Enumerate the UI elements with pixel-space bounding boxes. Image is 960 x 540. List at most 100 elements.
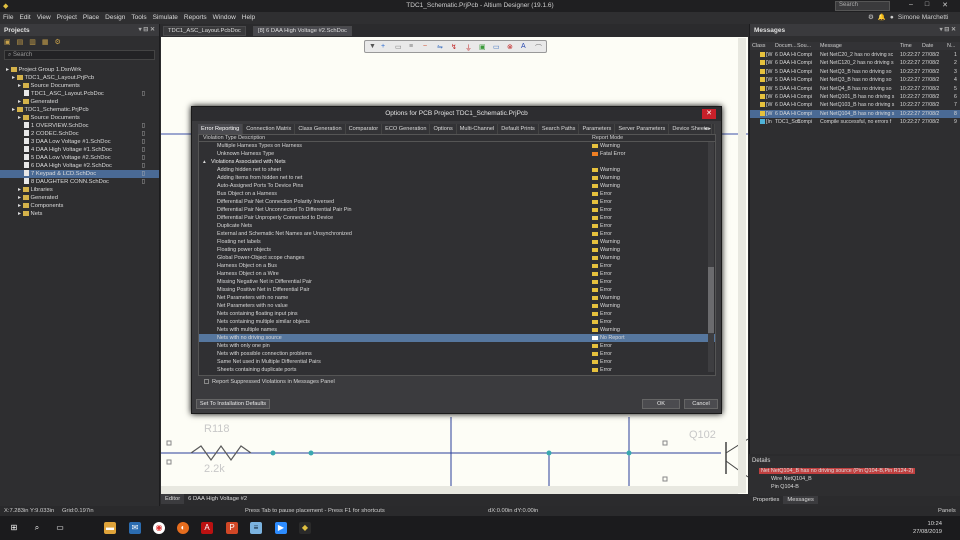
violation-row[interactable]: Bus Object on a Harness Error [199, 190, 715, 198]
dialog-tab[interactable]: Server Parameters [615, 124, 670, 134]
messages-col-header[interactable]: Sou... [797, 43, 811, 49]
folder-icon[interactable]: ▤ [17, 39, 24, 46]
menu-reports[interactable]: Reports [181, 12, 210, 23]
report-suppressed-checkbox[interactable]: Report Suppressed Violations in Messages… [204, 379, 335, 385]
message-row[interactable]: [W 5 DAA Hi Compi Net NetQ3_B has no drivin… [750, 68, 960, 76]
violation-row[interactable]: Same Net used in Multiple Differential P… [199, 358, 715, 366]
menu-file[interactable]: File [0, 12, 16, 23]
details-wire[interactable]: Wire NetQ104_B [771, 476, 812, 482]
violation-row[interactable]: Unknown Harness Type Fatal Error [199, 150, 715, 158]
port-icon[interactable]: ▭ [493, 43, 500, 51]
violation-row[interactable]: Missing Positive Net in Differential Pai… [199, 286, 715, 294]
menu-design[interactable]: Design [102, 12, 128, 23]
message-row[interactable]: [W 5 DAA Hi Compi Net NetQ3_B has no drivin… [750, 76, 960, 84]
ok-button[interactable]: OK [642, 399, 680, 409]
tree-item[interactable]: ▸ TDC1_ASC_Layout.PrjPcb [0, 74, 159, 82]
close-icon[interactable]: ✕ [938, 1, 952, 11]
acrobat-icon[interactable]: A [201, 522, 213, 534]
dialog-close-button[interactable]: ✕ [702, 109, 716, 119]
tab-messages[interactable]: Messages [783, 496, 818, 504]
violation-row[interactable]: Nets with no driving source No Report [199, 334, 715, 342]
report-mode-select[interactable]: Error [592, 214, 612, 222]
report-mode-select[interactable]: Warning [592, 254, 620, 262]
report-mode-select[interactable]: Error [592, 358, 612, 366]
messages-col-header[interactable]: Docum... [775, 43, 797, 49]
grid-scroll-thumb[interactable] [708, 267, 714, 333]
messages-col-header[interactable]: Time [900, 43, 912, 49]
messages-col-header[interactable]: Date [922, 43, 933, 49]
menu-view[interactable]: View [34, 12, 54, 23]
dialog-tab[interactable]: Error Reporting [198, 124, 244, 134]
outlook-icon[interactable]: ✉ [129, 522, 141, 534]
violation-row[interactable]: Nets with multiple names Warning [199, 326, 715, 334]
bus-icon[interactable]: ⇋ [437, 43, 443, 51]
tree-item[interactable]: 6 DAA High Voltage #2.SchDoc ▯ [0, 162, 159, 170]
violation-group-row[interactable]: Violations Associated with Nets ▴ [199, 158, 715, 166]
report-mode-select[interactable]: Warning [592, 182, 620, 190]
violation-row[interactable]: Differential Pair Unproperly Connected t… [199, 214, 715, 222]
violation-row[interactable]: Nets with possible connection problems Er… [199, 350, 715, 358]
menu-edit[interactable]: Edit [16, 12, 33, 23]
report-mode-select[interactable]: Warning [592, 294, 620, 302]
dialog-tab[interactable]: Options [430, 124, 457, 134]
violation-row[interactable]: Differential Pair Net Unconnected To Dif… [199, 206, 715, 214]
menu-simulate[interactable]: Simulate [150, 12, 181, 23]
zoom-icon[interactable]: ▶ [275, 522, 287, 534]
tab-scroll-arrows-icon[interactable]: ◂ ▸ [701, 124, 715, 134]
report-mode-select[interactable]: Warning [592, 238, 620, 246]
menu-tools[interactable]: Tools [128, 12, 149, 23]
violation-row[interactable]: Net Parameters with no name Warning [199, 294, 715, 302]
select-icon[interactable]: ▭ [395, 43, 402, 51]
report-mode-select[interactable]: Error [592, 286, 612, 294]
report-mode-select[interactable]: Error [592, 366, 612, 374]
violation-row[interactable]: Adding hidden net to sheet Warning [199, 166, 715, 174]
tab-sheet-name[interactable]: 6 DAA High Voltage #2 [184, 494, 251, 504]
tab-editor[interactable]: Editor [161, 494, 185, 504]
tree-item[interactable]: ▸ Generated [0, 194, 159, 202]
set-defaults-button[interactable]: Set To Installation Defaults [196, 399, 270, 409]
message-row[interactable]: [W 6 DAA Hi Compi Net NetC20_2 has no drivi… [750, 51, 960, 59]
dialog-tab[interactable]: Default Prints [498, 124, 539, 134]
dialog-tab[interactable]: Comparator [346, 124, 383, 134]
bell-icon[interactable]: 🔔 [878, 14, 886, 21]
menu-window[interactable]: Window [210, 12, 239, 23]
canvas-vertical-scrollbar[interactable] [738, 38, 746, 493]
projects-search-input[interactable]: ⌕ Search [4, 50, 155, 60]
messages-col-header[interactable]: Message [820, 43, 842, 49]
report-mode-select[interactable]: Error [592, 206, 612, 214]
new-folder-icon[interactable]: ▦ [42, 39, 49, 46]
tree-item[interactable]: ▸ Source Documents [0, 114, 159, 122]
powerpoint-icon[interactable]: P [226, 522, 238, 534]
maximize-icon[interactable]: □ [920, 1, 934, 11]
report-mode-select[interactable]: Error [592, 270, 612, 278]
violation-row[interactable]: Nets with only one pin Error [199, 342, 715, 350]
tree-item[interactable]: ▸ Generated [0, 98, 159, 106]
message-row[interactable]: [W 6 DAA Hi Compi Net NetQ104_B has no driv… [750, 109, 960, 118]
net-label-icon[interactable]: ↯ [451, 43, 457, 51]
col-mode-header[interactable]: Report Mode [592, 135, 623, 141]
windows-start-icon[interactable]: ⊞ [8, 522, 20, 534]
violation-row[interactable]: Duplicate Nets Error [199, 222, 715, 230]
report-mode-select[interactable]: Warning [592, 174, 620, 182]
violation-row[interactable]: Multiple Harness Types on Harness Warning [199, 142, 715, 150]
notepad-icon[interactable]: ≡ [250, 522, 262, 534]
altium-icon[interactable]: ◆ [299, 522, 311, 534]
tree-item[interactable]: 2 CODEC.SchDoc ▯ [0, 130, 159, 138]
tree-item[interactable]: 3 DAA Low Voltage #1.SchDoc ▯ [0, 138, 159, 146]
violation-row[interactable]: External and Schematic Net Names are Uns… [199, 230, 715, 238]
tree-item[interactable]: ▸ Components [0, 202, 159, 210]
tree-item[interactable]: ▸ Nets [0, 210, 159, 218]
violation-row[interactable]: Floating power objects Warning [199, 246, 715, 254]
dialog-tab[interactable]: Search Paths [539, 124, 580, 134]
message-row[interactable]: [W 5 DAA Hi Compi Net NetQ4_B has no drivin… [750, 85, 960, 93]
taskbar-clock[interactable]: 10:24 27/08/2019 [913, 520, 942, 536]
violation-row[interactable]: Harness Object on a Wire Error [199, 270, 715, 278]
violation-row[interactable]: Adding Items from hidden net to net Warni… [199, 174, 715, 182]
menu-help[interactable]: Help [239, 12, 258, 23]
report-mode-select[interactable]: Error [592, 230, 612, 238]
menu-project[interactable]: Project [54, 12, 80, 23]
wire-icon[interactable]: ~ [423, 43, 427, 50]
details-pin[interactable]: Pin Q104-B [771, 484, 799, 490]
shape-icon[interactable]: ⌒ [535, 43, 542, 53]
menu-place[interactable]: Place [80, 12, 102, 23]
